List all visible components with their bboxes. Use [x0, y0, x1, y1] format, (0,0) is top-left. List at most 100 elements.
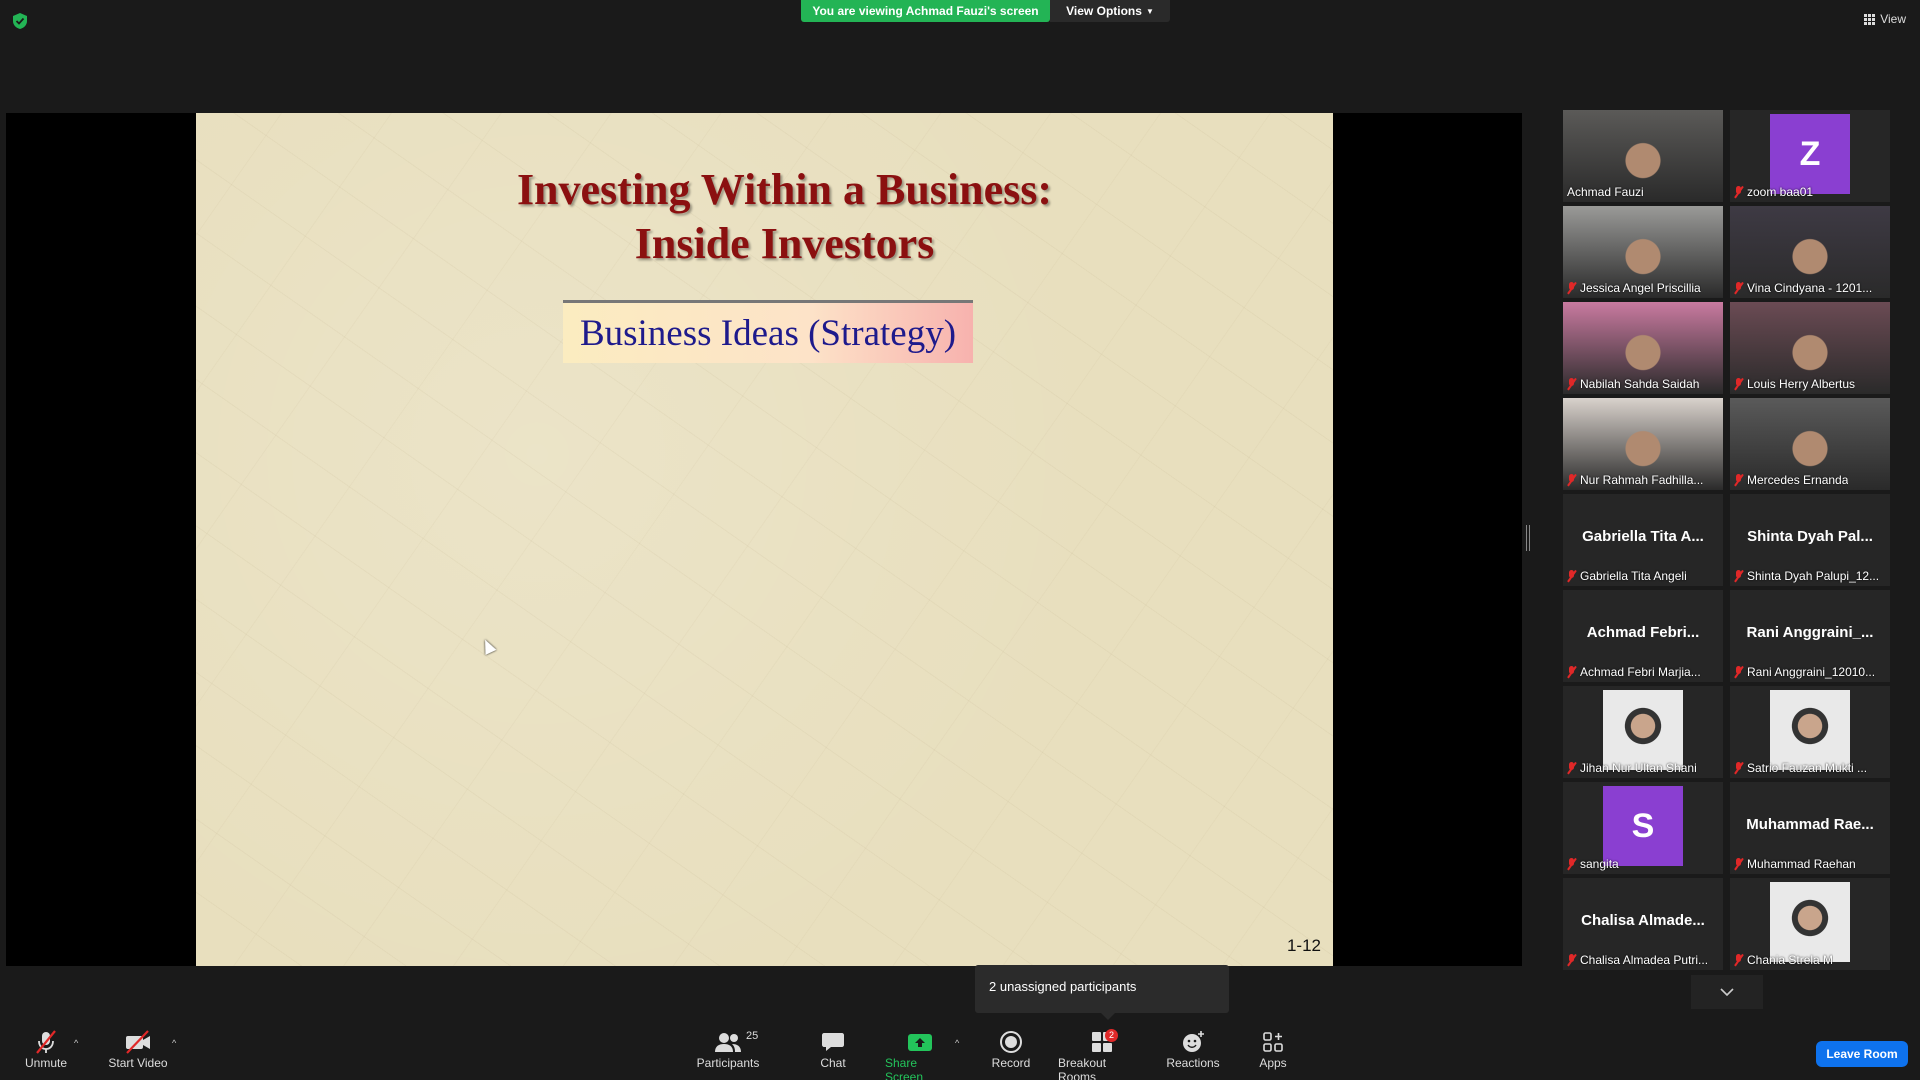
microphone-muted-icon [1734, 570, 1743, 582]
participants-icon [715, 1033, 741, 1052]
participant-display-name: Gabriella Tita A... [1582, 528, 1704, 545]
leave-room-button[interactable]: Leave Room [1816, 1041, 1908, 1067]
participant-name: Muhammad Raehan [1747, 857, 1856, 871]
participant-name: zoom baa01 [1747, 185, 1814, 199]
chat-label: Chat [820, 1056, 846, 1070]
reactions-button[interactable]: Reactions [1166, 1028, 1220, 1070]
participant-tile[interactable]: Satrio Fauzan Mukti ... [1730, 686, 1890, 778]
participant-name: Jessica Angel Priscillia [1580, 281, 1701, 295]
participant-tile[interactable]: Nabilah Sahda Saidah [1563, 302, 1723, 394]
participant-name: Satrio Fauzan Mukti ... [1747, 761, 1868, 775]
participant-tile[interactable]: Chania Strela M [1730, 878, 1890, 970]
microphone-muted-icon [1567, 954, 1576, 966]
participant-name-label: zoom baa01 [1734, 185, 1813, 199]
apps-button[interactable]: Apps [1256, 1028, 1290, 1070]
participant-tile[interactable]: Achmad Fauzi [1563, 110, 1723, 202]
participant-name: Jihan Nur Ultan Shani [1580, 761, 1697, 775]
participant-tile[interactable]: Muhammad Rae... Muhammad Raehan [1730, 782, 1890, 874]
share-screen-button[interactable]: Share Screen [885, 1028, 955, 1080]
participant-name-label: Jessica Angel Priscillia [1567, 281, 1701, 295]
participant-profile-photo [1770, 690, 1850, 770]
participant-tile[interactable]: Jessica Angel Priscillia [1563, 206, 1723, 298]
participant-tile[interactable]: Jihan Nur Ultan Shani [1563, 686, 1723, 778]
chat-button[interactable]: Chat [814, 1028, 852, 1070]
participant-name-label: Nur Rahmah Fadhilla... [1567, 473, 1703, 487]
participant-name-label: Jihan Nur Ultan Shani [1567, 761, 1697, 775]
participant-name-label: Satrio Fauzan Mukti ... [1734, 761, 1867, 775]
participant-tile[interactable]: Mercedes Ernanda [1730, 398, 1890, 490]
apps-icon [1263, 1032, 1283, 1052]
participant-name-label: Shinta Dyah Palupi_12... [1734, 569, 1879, 583]
participant-name: Nur Rahmah Fadhilla... [1580, 473, 1704, 487]
participant-tile[interactable]: Shinta Dyah Pal... Shinta Dyah Palupi_12… [1730, 494, 1890, 586]
participant-name: Nabilah Sahda Saidah [1580, 377, 1700, 391]
participant-name: Chania Strela M [1747, 953, 1834, 967]
microphone-muted-icon [1567, 378, 1576, 390]
slide-subtitle-box: Business Ideas (Strategy) [563, 300, 973, 363]
audio-options-caret-icon[interactable]: ^ [74, 1038, 78, 1048]
participant-tile[interactable]: Gabriella Tita A... Gabriella Tita Angel… [1563, 494, 1723, 586]
grid-icon [1864, 13, 1876, 25]
view-label: View [1880, 12, 1906, 26]
participant-name: Vina Cindyana - 1201... [1747, 281, 1873, 295]
meeting-toolbar: Unmute ^ Start Video ^ 25 Participants C… [0, 1024, 1920, 1080]
participant-display-name: Chalisa Almade... [1581, 912, 1705, 929]
unmute-button[interactable]: Unmute [20, 1028, 72, 1070]
view-button[interactable]: View [1864, 12, 1906, 26]
participant-name-label: Rani Anggraini_12010... [1734, 665, 1875, 679]
record-label: Record [991, 1056, 1031, 1070]
start-video-button[interactable]: Start Video [106, 1028, 170, 1070]
participant-name-label: Nabilah Sahda Saidah [1567, 377, 1699, 391]
participant-tile[interactable]: Chalisa Almade... Chalisa Almadea Putri.… [1563, 878, 1723, 970]
participant-profile-photo [1603, 690, 1683, 770]
view-options-button[interactable]: View Options ▼ [1050, 0, 1170, 22]
participant-name: Mercedes Ernanda [1747, 473, 1849, 487]
participant-name: Louis Herry Albertus [1747, 377, 1856, 391]
participant-tile[interactable]: S sangita [1563, 782, 1723, 874]
record-button[interactable]: Record [990, 1028, 1032, 1070]
unmute-label: Unmute [24, 1056, 68, 1070]
gallery-scroll-down-button[interactable] [1691, 975, 1763, 1009]
video-camera-off-icon [126, 1030, 150, 1054]
participant-name-label: Achmad Fauzi [1567, 185, 1644, 199]
participant-name-label: Louis Herry Albertus [1734, 377, 1855, 391]
participant-display-name: Muhammad Rae... [1746, 816, 1874, 833]
reaction-smiley-icon [1183, 1031, 1204, 1052]
participant-name: sangita [1580, 857, 1619, 871]
slide-title: Investing Within a Business: Inside Inve… [516, 165, 1053, 268]
participant-name-label: Muhammad Raehan [1734, 857, 1856, 871]
start-video-label: Start Video [108, 1056, 168, 1070]
breakout-rooms-badge: 2 [1105, 1029, 1119, 1042]
breakout-rooms-button[interactable]: 2 Breakout Rooms [1058, 1028, 1146, 1080]
microphone-muted-icon [1734, 762, 1743, 774]
participant-name: Shinta Dyah Palupi_12... [1747, 569, 1880, 583]
participant-tile[interactable]: Z zoom baa01 [1730, 110, 1890, 202]
microphone-muted-icon [1734, 186, 1743, 198]
chevron-down-icon [1720, 988, 1734, 996]
microphone-muted-icon [1734, 474, 1743, 486]
participant-name-label: Achmad Febri Marjia... [1567, 665, 1701, 679]
participant-name-label: Chania Strela M [1734, 953, 1833, 967]
participants-label: Participants [696, 1056, 760, 1070]
participant-tile[interactable]: Louis Herry Albertus [1730, 302, 1890, 394]
share-options-caret-icon[interactable]: ^ [955, 1038, 959, 1048]
security-shield-icon[interactable] [12, 12, 28, 30]
panel-resize-handle[interactable] [1526, 525, 1530, 551]
participant-name: Rani Anggraini_12010... [1747, 665, 1876, 679]
participants-button[interactable]: 25 Participants [695, 1028, 761, 1070]
viewing-screen-banner: You are viewing Achmad Fauzi's screen [801, 0, 1050, 22]
participant-tile[interactable]: Nur Rahmah Fadhilla... [1563, 398, 1723, 490]
participant-tile[interactable]: Achmad Febri... Achmad Febri Marjia... [1563, 590, 1723, 682]
participant-name: Achmad Febri Marjia... [1580, 665, 1701, 679]
video-options-caret-icon[interactable]: ^ [172, 1038, 176, 1048]
participant-tile[interactable]: Rani Anggraini_... Rani Anggraini_12010.… [1730, 590, 1890, 682]
record-icon [1000, 1031, 1022, 1053]
participant-name-label: sangita [1567, 857, 1619, 871]
chevron-down-icon: ▼ [1145, 6, 1154, 16]
microphone-muted-icon [1734, 666, 1743, 678]
slide-number: 1-12 [1286, 936, 1321, 955]
microphone-muted-icon [1567, 762, 1576, 774]
chat-bubble-icon [822, 1033, 844, 1051]
participant-tile[interactable]: Vina Cindyana - 1201... [1730, 206, 1890, 298]
participant-name-label: Mercedes Ernanda [1734, 473, 1848, 487]
